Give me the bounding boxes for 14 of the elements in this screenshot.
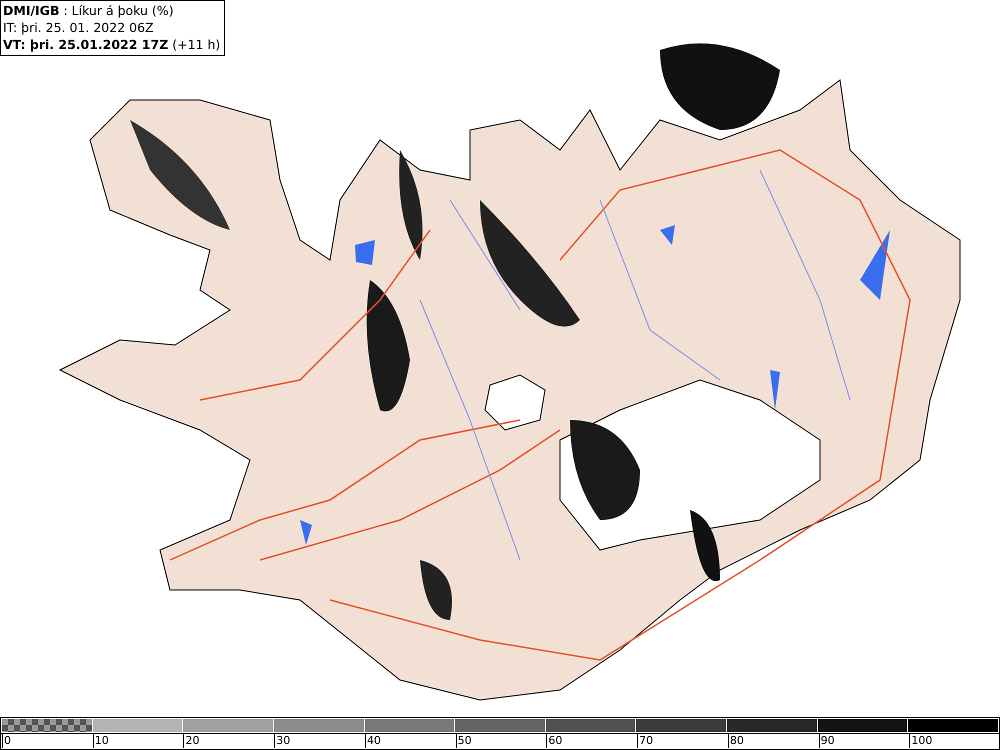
header-line: VT: þri. 25.01.2022 17Z (+11 h)	[3, 36, 220, 53]
header-line: DMI/IGB : Líkur á þoku (%)	[3, 2, 175, 19]
legend-label: 30	[274, 734, 290, 748]
legend-label: 60	[546, 734, 562, 748]
legend-label: 100	[909, 734, 932, 748]
legend-label: 0	[2, 734, 11, 748]
legend-label: 20	[183, 734, 200, 748]
legend-label: 90	[818, 734, 835, 748]
legend-label: 10	[92, 734, 109, 748]
header-line: IT: þri. 25. 01. 2022 06Z	[3, 19, 155, 36]
legend-label: 40	[364, 734, 381, 748]
legend-label: 70	[637, 734, 654, 748]
legend-label: 80	[728, 734, 744, 748]
legend-label: 50	[456, 734, 472, 748]
